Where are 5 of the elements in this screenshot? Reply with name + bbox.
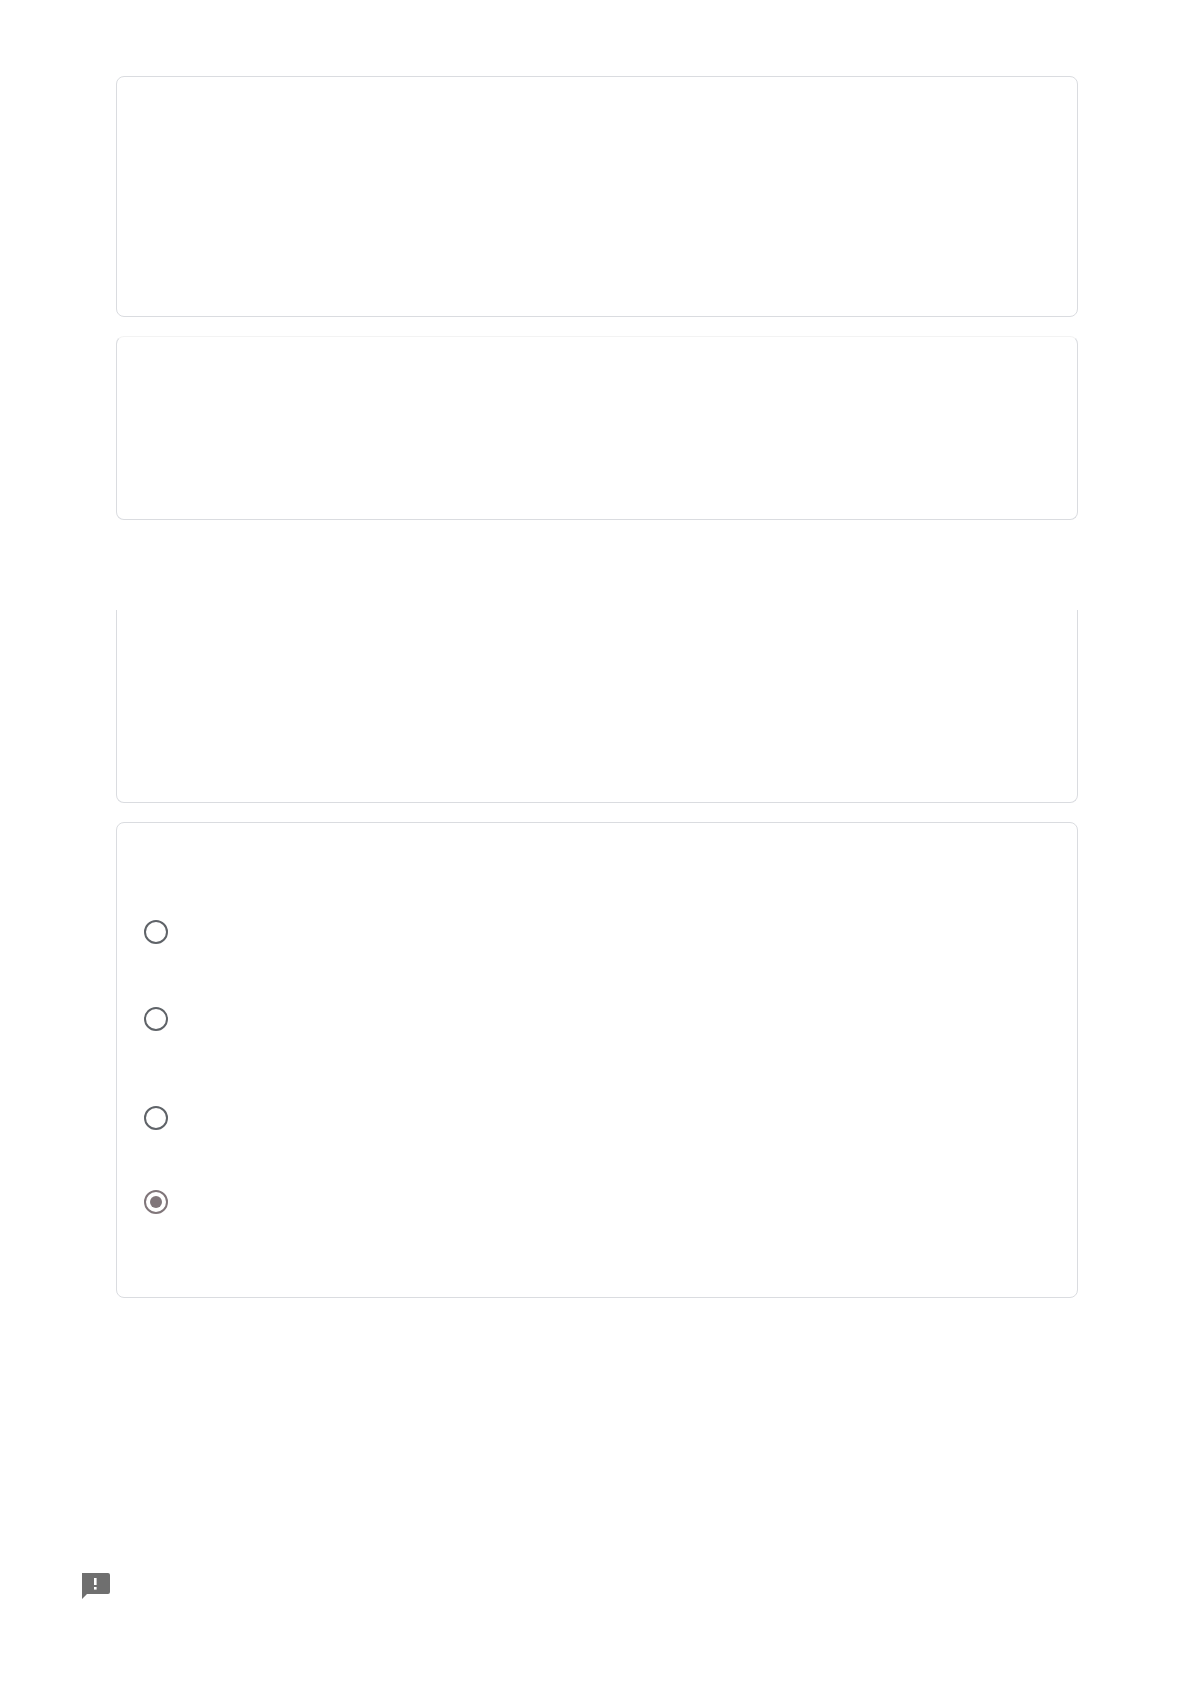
radio-button[interactable] — [144, 1106, 168, 1130]
feedback-icon[interactable] — [79, 1570, 111, 1602]
radio-button[interactable] — [144, 1007, 168, 1031]
radio-button[interactable] — [144, 1190, 168, 1214]
radio-button[interactable] — [144, 920, 168, 944]
